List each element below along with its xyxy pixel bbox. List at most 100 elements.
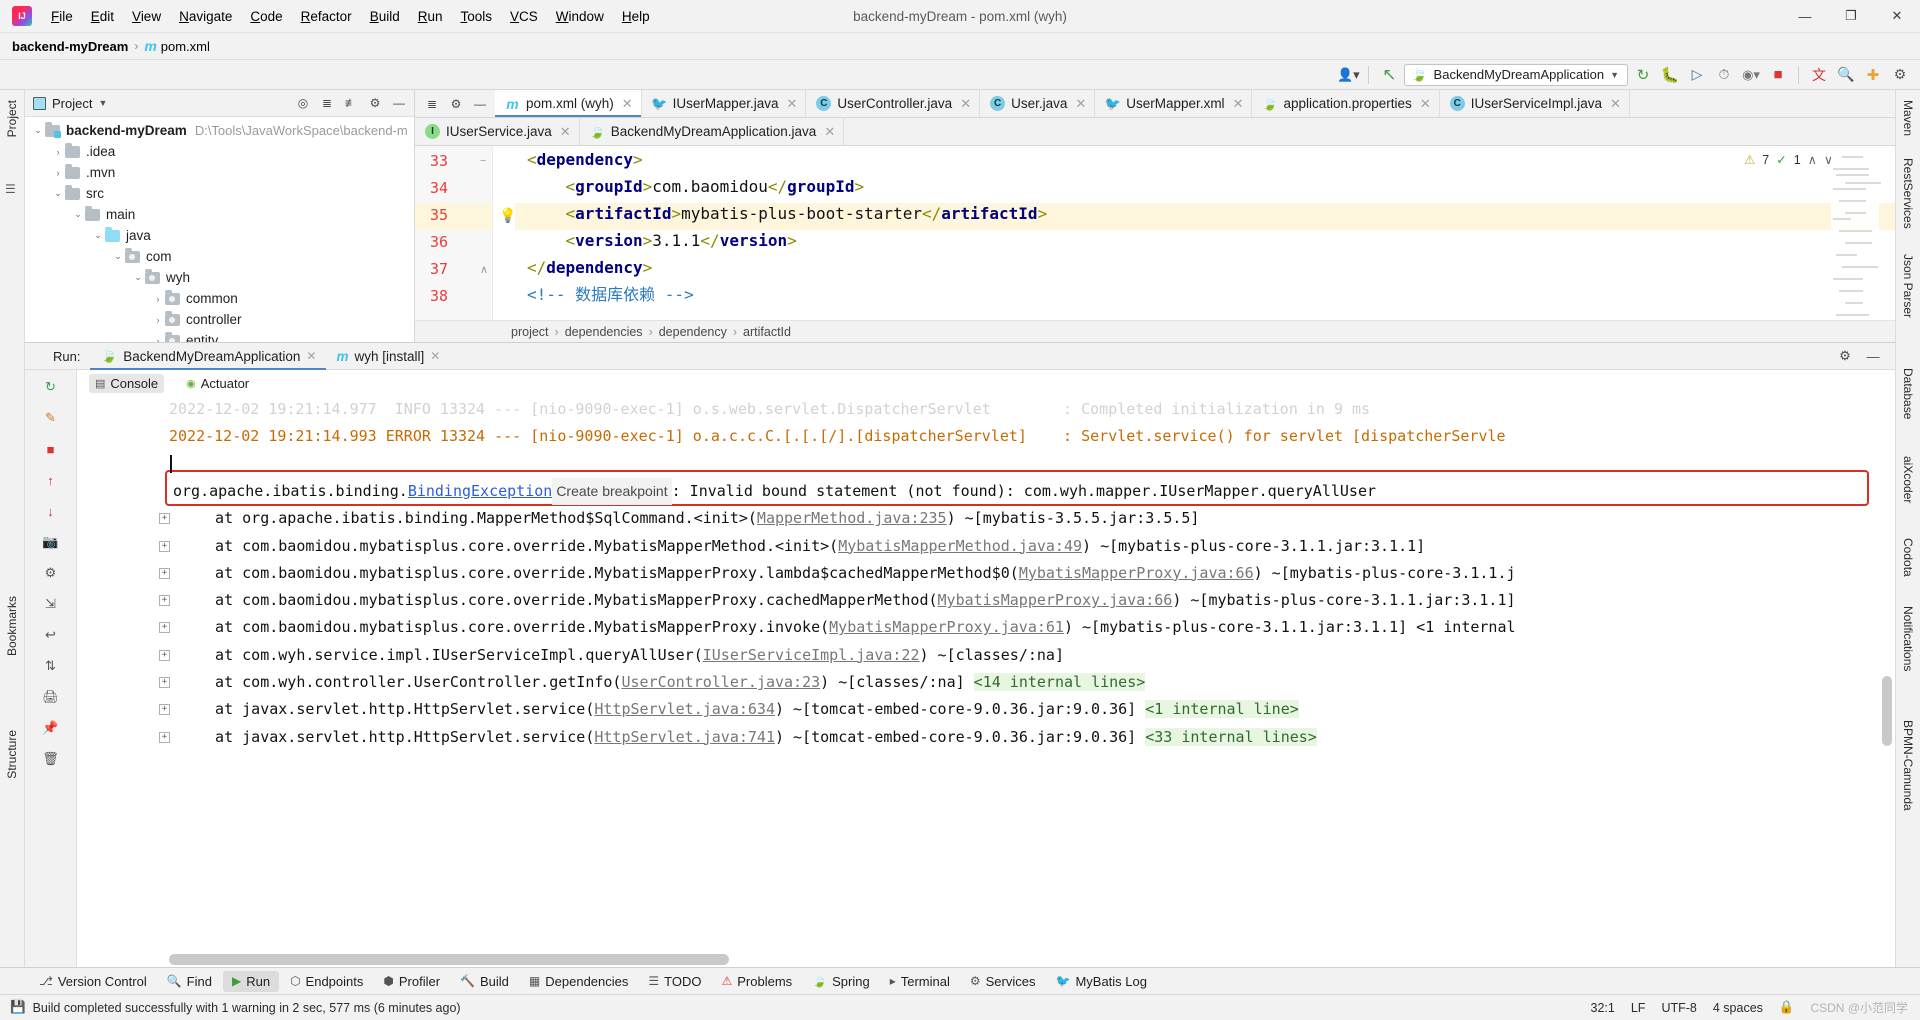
stack-trace-link[interactable]: MybatisMapperProxy.java:61 (829, 618, 1064, 636)
run-with-coverage-icon[interactable]: ▷ (1685, 64, 1709, 86)
tool-window-button-profiler[interactable]: ⬢Profiler (374, 971, 449, 992)
chevron-icon[interactable]: ⌄ (111, 251, 125, 262)
gear-icon[interactable]: ⚙ (364, 93, 386, 114)
console-tab[interactable]: ◉Actuator (180, 374, 255, 393)
chevron-icon[interactable]: ⌄ (91, 230, 105, 241)
thread-dump-icon[interactable]: ⚙ (39, 562, 63, 584)
close-tab-icon[interactable]: ✕ (960, 96, 971, 112)
wrap-text-icon[interactable]: ↩ (39, 624, 63, 646)
indent-setting[interactable]: 4 spaces (1713, 1001, 1763, 1015)
stack-trace-link[interactable]: MybatisMapperMethod.java:49 (838, 537, 1082, 555)
edit-config-icon[interactable]: ✎ (39, 407, 63, 429)
console-output[interactable]: 2022-12-02 19:21:14.977 INFO 13324 --- [… (77, 396, 1895, 967)
editor-tab[interactable]: CUser.java✕ (980, 90, 1095, 117)
attach-icon[interactable]: ◉▾ (1739, 64, 1763, 86)
stack-trace-link[interactable]: HttpServlet.java:634 (594, 700, 775, 718)
rail-item-codota[interactable]: Codota (1896, 532, 1920, 583)
editor-tab[interactable]: CIUserServiceImpl.java✕ (1440, 90, 1630, 117)
camera-icon[interactable]: 📷 (39, 531, 63, 553)
tree-node[interactable]: ›controller (25, 309, 414, 330)
collapse-all-icon[interactable]: ≢ (340, 93, 362, 114)
tree-node[interactable]: ⌄com (25, 246, 414, 267)
menu-item-refactor[interactable]: Refactor (292, 5, 361, 28)
internal-lines-badge[interactable]: <14 internal lines> (974, 673, 1146, 691)
internal-lines-badge[interactable]: <33 internal lines> (1145, 728, 1317, 746)
update-project-icon[interactable]: ↖ (1377, 64, 1401, 86)
tree-node[interactable]: ›common (25, 288, 414, 309)
editor-minimap[interactable] (1831, 146, 1879, 320)
rerun-icon[interactable]: ↻ (39, 376, 63, 398)
stack-trace-link[interactable]: MybatisMapperProxy.java:66 (1019, 564, 1254, 582)
caret-position[interactable]: 32:1 (1591, 1001, 1615, 1015)
close-tab-icon[interactable]: ✕ (1420, 96, 1431, 112)
stack-trace-link[interactable]: MapperMethod.java:235 (757, 509, 947, 527)
stack-trace-link[interactable]: IUserServiceImpl.java:22 (703, 646, 920, 664)
maximize-button[interactable]: ❐ (1828, 0, 1874, 33)
rail-item-json-parser[interactable]: Json Parser (1896, 248, 1920, 324)
close-icon[interactable]: ✕ (430, 349, 440, 363)
search-icon[interactable]: 🔍 (1834, 64, 1858, 86)
line-separator[interactable]: LF (1631, 1001, 1646, 1015)
nav-file-name[interactable]: pom.xml (161, 39, 210, 54)
editor-tab[interactable]: mpom.xml (wyh)✕ (495, 90, 642, 117)
tool-window-button-problems[interactable]: ⚠Problems (712, 971, 801, 992)
export-icon[interactable]: ⇲ (39, 593, 63, 615)
editor-tab[interactable]: IIUserService.java✕ (415, 118, 580, 145)
chevron-icon[interactable]: › (151, 315, 165, 325)
chevron-icon[interactable]: ⌄ (51, 188, 65, 199)
chevron-icon[interactable]: ⌄ (131, 272, 145, 283)
sort-icon[interactable]: ≣ (421, 93, 443, 115)
minimize-button[interactable]: — (1782, 0, 1828, 33)
close-tab-icon[interactable]: ✕ (1610, 96, 1621, 112)
rail-item-aixcoder[interactable]: aiXcoder (1896, 450, 1920, 509)
close-tab-icon[interactable]: ✕ (786, 96, 797, 112)
pin-icon[interactable]: 📌 (39, 717, 63, 739)
nav-project-name[interactable]: backend-myDream (12, 39, 128, 54)
tool-window-button-terminal[interactable]: ▸Terminal (881, 971, 959, 992)
rail-item-bpmn[interactable]: BPMN-Camunda (1896, 714, 1920, 817)
editor-tab[interactable]: 🐦UserMapper.xml✕ (1095, 90, 1252, 117)
rail-item-project[interactable]: Project (0, 94, 24, 143)
menu-item-tools[interactable]: Tools (452, 5, 502, 28)
close-tab-icon[interactable]: ✕ (622, 96, 633, 112)
expand-all-icon[interactable]: ≣ (316, 93, 338, 114)
code-editor[interactable]: 33−34💡353637∧38 <dependency> <groupId>co… (415, 146, 1895, 320)
menu-item-edit[interactable]: Edit (82, 5, 123, 28)
tool-window-button-build[interactable]: 🔨Build (451, 971, 518, 992)
stack-trace-link[interactable]: BindingException (408, 482, 553, 500)
editor-tab[interactable]: 🍃application.properties✕ (1252, 90, 1439, 117)
run-configuration-selector[interactable]: 🍃 BackendMyDreamApplication ▼ (1404, 64, 1628, 86)
console-tab[interactable]: ▤Console (89, 374, 164, 393)
tree-node[interactable]: ⌄src (25, 183, 414, 204)
menu-item-build[interactable]: Build (361, 5, 409, 28)
hide-icon[interactable]: — (469, 93, 491, 115)
plugin-icon[interactable]: ✚ (1861, 64, 1885, 86)
code-fold-icon[interactable]: ∧ (480, 263, 488, 276)
breadcrumb-item[interactable]: project (511, 325, 549, 339)
chevron-icon[interactable]: › (151, 294, 165, 304)
rail-item-notifications[interactable]: Notifications (1896, 600, 1920, 677)
structure-rail-icon[interactable]: ☰ (5, 182, 16, 196)
lock-icon[interactable]: 🔒 (1779, 1000, 1795, 1015)
chevron-down-icon[interactable]: ▼ (98, 98, 107, 108)
tool-window-button-todo[interactable]: ☰TODO (639, 971, 710, 992)
close-button[interactable]: ✕ (1874, 0, 1920, 33)
internal-lines-badge[interactable]: <1 internal line> (1145, 700, 1299, 718)
run-tab[interactable]: mwyh [install]✕ (326, 342, 450, 370)
print-icon[interactable]: 🖨 (39, 686, 63, 708)
tool-window-button-mybatis-log[interactable]: 🐦MyBatis Log (1046, 971, 1156, 992)
close-tab-icon[interactable]: ✕ (1075, 96, 1086, 112)
editor-code-content[interactable]: <dependency> <groupId>com.baomidou</grou… (515, 146, 1895, 320)
close-tab-icon[interactable]: ✕ (1233, 96, 1244, 112)
tool-window-button-endpoints[interactable]: ⬡Endpoints (281, 971, 372, 992)
tree-node[interactable]: ›.mvn (25, 162, 414, 183)
prev-problem-icon[interactable]: ∧ (1808, 152, 1817, 167)
chevron-icon[interactable]: › (51, 147, 65, 157)
tree-node[interactable]: ›entity (25, 330, 414, 342)
menu-item-view[interactable]: View (123, 5, 170, 28)
tool-window-button-dependencies[interactable]: ▦Dependencies (520, 971, 637, 992)
settings-icon[interactable]: ⚙ (1888, 64, 1912, 86)
translate-icon[interactable]: 文 (1807, 64, 1831, 86)
file-encoding[interactable]: UTF-8 (1661, 1001, 1696, 1015)
locate-icon[interactable]: ◎ (292, 93, 314, 114)
